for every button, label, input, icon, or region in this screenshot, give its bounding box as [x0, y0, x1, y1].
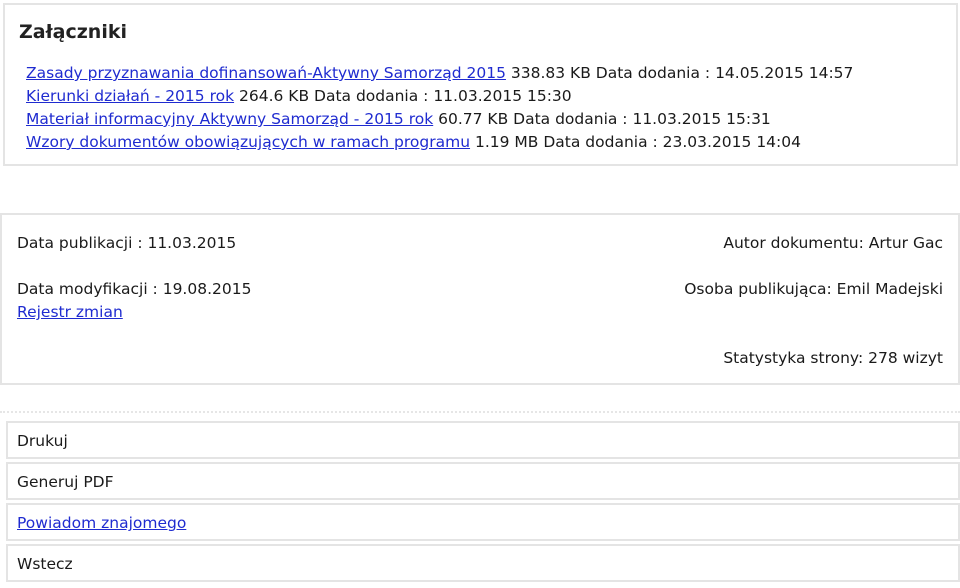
dotted-divider [0, 411, 960, 413]
notify-friend-item: Powiadom znajomego [6, 503, 960, 541]
attachment-link[interactable]: Materiał informacyjny Aktywny Samorząd -… [26, 110, 433, 128]
document-author: Autor dokumentu: Artur Gac [723, 234, 943, 252]
publication-date: Data publikacji : 11.03.2015 [17, 234, 237, 252]
publication-info-panel: Data publikacji : 11.03.2015 Autor dokum… [0, 213, 960, 385]
attachment-meta: 338.83 KB Data dodania : 14.05.2015 14:5… [505, 64, 854, 82]
print-label: Drukuj [17, 432, 68, 450]
attachments-panel: Załączniki Zasady przyznawania dofinanso… [3, 3, 958, 166]
attachment-meta: 264.6 KB Data dodania : 11.03.2015 15:30 [234, 87, 572, 105]
back-button[interactable]: Wstecz [6, 544, 960, 582]
print-button[interactable]: Drukuj [6, 421, 960, 459]
changelog-link[interactable]: Rejestr zmian [17, 303, 123, 321]
attachment-item: Materiał informacyjny Aktywny Samorząd -… [26, 109, 771, 129]
notify-friend-link[interactable]: Powiadom znajomego [17, 513, 186, 533]
modification-date: Data modyfikacji : 19.08.2015 [17, 280, 252, 298]
page-statistics: Statystyka strony: 278 wizyt [723, 349, 943, 367]
generate-pdf-label: Generuj PDF [17, 473, 114, 491]
attachment-meta: 1.19 MB Data dodania : 23.03.2015 14:04 [470, 133, 801, 151]
attachment-item: Wzory dokumentów obowiązujących w ramach… [26, 132, 801, 152]
attachment-item: Kierunki działań - 2015 rok 264.6 KB Dat… [26, 86, 572, 106]
back-label: Wstecz [17, 555, 73, 573]
attachment-link[interactable]: Zasady przyznawania dofinansowań-Aktywny… [26, 64, 506, 82]
action-list: Drukuj Generuj PDF Powiadom znajomego Ws… [6, 421, 960, 585]
attachment-link[interactable]: Wzory dokumentów obowiązujących w ramach… [26, 133, 470, 151]
generate-pdf-button[interactable]: Generuj PDF [6, 462, 960, 500]
publisher: Osoba publikująca: Emil Madejski [684, 280, 943, 298]
attachments-title: Załączniki [19, 21, 127, 43]
attachment-item: Zasady przyznawania dofinansowań-Aktywny… [26, 63, 853, 83]
attachment-meta: 60.77 KB Data dodania : 11.03.2015 15:31 [433, 110, 771, 128]
attachment-link[interactable]: Kierunki działań - 2015 rok [26, 87, 234, 105]
